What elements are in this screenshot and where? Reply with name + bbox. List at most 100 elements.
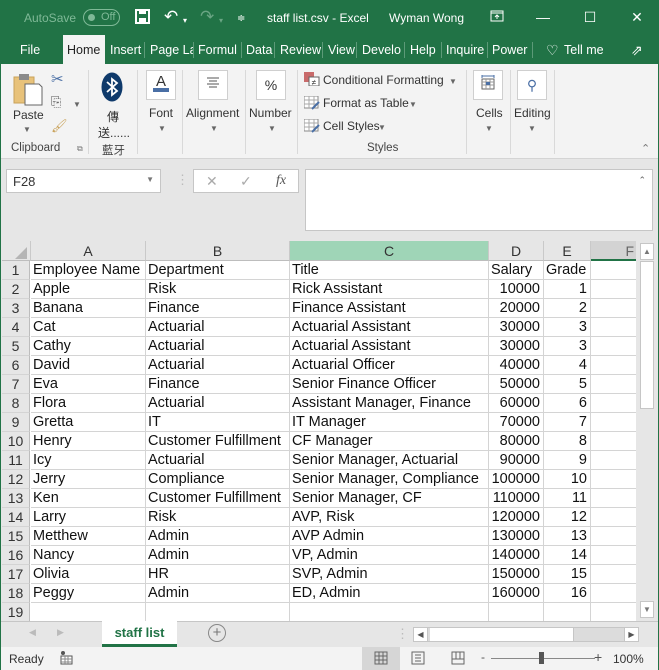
accessibility-icon[interactable] — [59, 650, 73, 668]
table-cell[interactable]: Actuarial — [146, 318, 290, 337]
row-header[interactable]: 2 — [2, 280, 30, 299]
table-cell[interactable]: 1 — [544, 280, 591, 299]
formula-bar-grip-icon[interactable]: ⋮ — [176, 172, 189, 188]
tab-help[interactable]: Help — [407, 35, 442, 64]
table-cell[interactable] — [31, 603, 146, 621]
cells-icon[interactable] — [473, 70, 503, 100]
table-cell[interactable]: Actuarial — [146, 394, 290, 413]
conditional-formatting-button[interactable]: Conditional Formatting — [323, 73, 444, 87]
table-cell[interactable]: 80000 — [489, 432, 544, 451]
table-cell[interactable]: 10 — [544, 470, 591, 489]
row-header[interactable]: 5 — [2, 337, 30, 356]
table-cell[interactable]: 16 — [544, 584, 591, 603]
horizontal-scroll-thumb[interactable] — [430, 628, 574, 641]
new-sheet-button[interactable]: + — [208, 624, 226, 642]
customize-qat-icon[interactable]: ≑ — [237, 11, 245, 27]
table-cell[interactable]: SVP, Admin — [290, 565, 489, 584]
table-cell[interactable]: Larry — [31, 508, 146, 527]
table-cell[interactable]: 3 — [544, 337, 591, 356]
row-header[interactable]: 14 — [2, 508, 30, 527]
clipboard-launcher-icon[interactable]: ⧉ — [77, 144, 83, 154]
table-cell[interactable]: Cat — [31, 318, 146, 337]
table-cell[interactable]: 9 — [544, 451, 591, 470]
confirm-entry-icon[interactable]: ✓ — [240, 173, 252, 190]
column-header-e[interactable]: E — [544, 241, 591, 261]
tab-view[interactable]: View — [325, 35, 357, 64]
row-header[interactable]: 3 — [2, 299, 30, 318]
table-cell[interactable]: 13 — [544, 527, 591, 546]
copy-dropdown-icon[interactable]: ▼ — [73, 100, 81, 109]
paste-dropdown-icon[interactable]: ▼ — [23, 125, 31, 134]
table-cell[interactable] — [591, 508, 636, 527]
formula-input[interactable]: ⌃ — [305, 169, 653, 231]
table-cell[interactable]: David — [31, 356, 146, 375]
insert-function-icon[interactable]: fx — [276, 173, 286, 189]
row-header[interactable]: 1 — [2, 261, 30, 280]
row-header[interactable]: 16 — [2, 546, 30, 565]
table-cell[interactable]: Senior Manager, Compliance — [290, 470, 489, 489]
table-cell[interactable]: Senior Manager, CF — [290, 489, 489, 508]
format-as-table-button[interactable]: Format as Table — [323, 96, 409, 110]
table-cell[interactable]: Senior Manager, Actuarial — [290, 451, 489, 470]
format-painter-icon[interactable]: 🖌 — [51, 118, 68, 134]
table-cell[interactable] — [591, 489, 636, 508]
undo-dropdown-icon[interactable]: ▾ — [183, 13, 187, 29]
table-cell[interactable]: Apple — [31, 280, 146, 299]
row-header[interactable]: 7 — [2, 375, 30, 394]
tab-review[interactable]: Review — [277, 35, 323, 64]
table-cell[interactable]: Olivia — [31, 565, 146, 584]
scroll-down-button[interactable]: ▼ — [640, 601, 654, 618]
alignment-dropdown-icon[interactable]: ▼ — [210, 124, 218, 133]
undo-icon[interactable]: ↶ — [164, 8, 178, 25]
share-icon[interactable]: ⇗ — [628, 35, 646, 64]
table-cell[interactable]: 5 — [544, 375, 591, 394]
worksheet-grid[interactable]: A B C D E F 1 Employee Name Department Title Salar… — [2, 241, 636, 621]
number-dropdown-icon[interactable]: ▼ — [268, 124, 276, 133]
table-cell[interactable]: Actuarial — [146, 337, 290, 356]
vertical-scrollbar[interactable]: ▲ ▼ — [638, 241, 656, 621]
header-cell[interactable]: Salary — [489, 261, 544, 280]
scroll-up-button[interactable]: ▲ — [640, 243, 654, 260]
tab-file[interactable]: File — [17, 35, 43, 64]
column-header-d[interactable]: D — [489, 241, 544, 261]
table-cell[interactable] — [591, 584, 636, 603]
sheet-tab-staff-list[interactable]: staff list — [102, 621, 177, 647]
tab-inquire[interactable]: Inquire — [443, 35, 488, 64]
table-cell[interactable] — [489, 603, 544, 621]
horizontal-scrollbar[interactable]: ◀ ▶ — [413, 627, 639, 642]
table-cell[interactable] — [591, 318, 636, 337]
table-cell[interactable]: 120000 — [489, 508, 544, 527]
table-cell[interactable]: ED, Admin — [290, 584, 489, 603]
editing-label[interactable]: Editing — [514, 106, 551, 120]
table-cell[interactable]: Admin — [146, 546, 290, 565]
table-cell[interactable]: Risk — [146, 280, 290, 299]
tab-page-layout[interactable]: Page La — [147, 35, 194, 64]
table-cell[interactable]: Ken — [31, 489, 146, 508]
editing-dropdown-icon[interactable]: ▼ — [528, 124, 536, 133]
table-cell[interactable]: Actuarial Assistant — [290, 318, 489, 337]
zoom-out-button[interactable]: - — [481, 650, 485, 664]
table-cell[interactable]: 8 — [544, 432, 591, 451]
table-cell[interactable]: 7 — [544, 413, 591, 432]
header-cell[interactable] — [591, 261, 636, 280]
paste-icon[interactable] — [13, 72, 43, 109]
table-cell[interactable]: IT — [146, 413, 290, 432]
close-button[interactable]: ✕ — [625, 7, 649, 27]
table-cell[interactable] — [544, 603, 591, 621]
row-header[interactable]: 13 — [2, 489, 30, 508]
table-cell[interactable]: 12 — [544, 508, 591, 527]
table-cell[interactable]: 60000 — [489, 394, 544, 413]
editing-search-icon[interactable]: ⚲ — [517, 70, 547, 100]
table-cell[interactable]: 100000 — [489, 470, 544, 489]
cells-label[interactable]: Cells — [476, 106, 503, 120]
table-cell[interactable] — [591, 470, 636, 489]
table-cell[interactable] — [591, 337, 636, 356]
table-cell[interactable]: 110000 — [489, 489, 544, 508]
cancel-entry-icon[interactable]: ✕ — [206, 173, 218, 190]
cells-dropdown-icon[interactable]: ▼ — [485, 124, 493, 133]
table-cell[interactable]: 30000 — [489, 337, 544, 356]
table-cell[interactable] — [591, 432, 636, 451]
table-cell[interactable]: 40000 — [489, 356, 544, 375]
tell-me-search[interactable]: Tell me — [561, 35, 607, 64]
table-cell[interactable]: Actuarial Officer — [290, 356, 489, 375]
